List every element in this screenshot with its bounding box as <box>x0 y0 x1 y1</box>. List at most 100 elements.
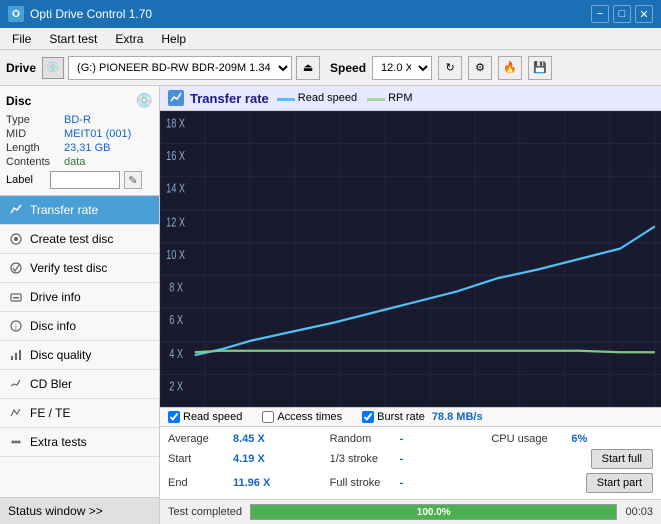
chart-container: 18 X 16 X 14 X 12 X 10 X 8 X 6 X 4 X 2 X <box>160 111 661 407</box>
start-full-button[interactable]: Start full <box>591 449 653 469</box>
burst-rate-checkbox[interactable] <box>362 411 374 423</box>
drive-select[interactable]: (G:) PIONEER BD-RW BDR-209M 1.34 <box>68 56 292 80</box>
app-title: Opti Drive Control 1.70 <box>30 7 152 21</box>
stats-row-3: End 11.96 X Full stroke - Start part <box>168 471 653 495</box>
nav-label-drive-info: Drive info <box>30 290 81 304</box>
menu-file[interactable]: File <box>4 30 39 48</box>
nav-label-disc-info: Disc info <box>30 319 76 333</box>
app-icon: O <box>8 6 24 22</box>
random-value: - <box>400 433 440 445</box>
nav-item-disc-info[interactable]: i Disc info <box>0 312 159 341</box>
label-input[interactable] <box>50 171 120 189</box>
nav-label-create-test-disc: Create test disc <box>30 232 113 246</box>
speed-select[interactable]: 12.0 X <box>372 56 432 80</box>
nav-item-drive-info[interactable]: Drive info <box>0 283 159 312</box>
svg-text:4 X: 4 X <box>169 348 183 362</box>
elapsed-time: 00:03 <box>625 506 653 518</box>
speed-label: Speed <box>330 61 366 75</box>
nav-item-fe-te[interactable]: FE / TE <box>0 399 159 428</box>
stroke13-value: - <box>400 453 440 465</box>
chart-title: Transfer rate <box>190 91 269 106</box>
svg-text:8 X: 8 X <box>169 281 183 295</box>
sidebar: Disc 💿 Type BD-R MID MEIT01 (001) Length… <box>0 86 160 524</box>
status-text: Test completed <box>168 506 242 518</box>
read-speed-checkbox[interactable] <box>168 411 180 423</box>
start-part-button[interactable]: Start part <box>586 473 653 493</box>
burst-rate-label: Burst rate <box>377 411 425 423</box>
start-value: 4.19 X <box>233 453 288 465</box>
burn-button[interactable]: 🔥 <box>498 56 522 80</box>
disc-icon: 💿 <box>136 92 153 109</box>
progress-bar-fill: 100.0% <box>251 505 616 519</box>
legend-read-check <box>277 98 295 101</box>
access-times-checkbox[interactable] <box>262 411 274 423</box>
content-area: Transfer rate Read speed RPM <box>160 86 661 524</box>
svg-text:i: i <box>15 323 17 332</box>
legend-rpm-label: RPM <box>388 92 412 104</box>
refresh-button[interactable]: ↻ <box>438 56 462 80</box>
average-label: Average <box>168 433 233 445</box>
burst-rate-value: 78.8 MB/s <box>432 411 483 423</box>
end-value: 11.96 X <box>233 477 288 489</box>
type-value: BD-R <box>64 114 91 126</box>
disc-info-icon: i <box>8 318 24 334</box>
access-times-label: Access times <box>277 411 342 423</box>
save-button[interactable]: 💾 <box>528 56 552 80</box>
nav-item-extra-tests[interactable]: Extra tests <box>0 428 159 457</box>
svg-text:14 X: 14 X <box>166 182 185 196</box>
eject-button[interactable]: ⏏ <box>296 56 320 80</box>
read-speed-label: Read speed <box>183 411 242 423</box>
nav-label-disc-quality: Disc quality <box>30 348 91 362</box>
settings-button[interactable]: ⚙ <box>468 56 492 80</box>
cpu-label: CPU usage <box>491 433 571 445</box>
svg-text:16 X: 16 X <box>166 149 185 163</box>
drive-info-icon <box>8 289 24 305</box>
maximize-button[interactable]: □ <box>613 5 631 23</box>
disc-title: Disc <box>6 94 31 108</box>
nav-label-verify-test-disc: Verify test disc <box>30 261 107 275</box>
drive-label: Drive <box>6 61 36 75</box>
status-window-button[interactable]: Status window >> <box>0 497 159 524</box>
legend-read-label: Read speed <box>298 92 357 104</box>
nav-item-transfer-rate[interactable]: Transfer rate <box>0 196 159 225</box>
full-stroke-value: - <box>400 477 440 489</box>
average-value: 8.45 X <box>233 433 288 445</box>
nav-item-verify-test-disc[interactable]: Verify test disc <box>0 254 159 283</box>
menu-bar: File Start test Extra Help <box>0 28 661 50</box>
chart-header: Transfer rate Read speed RPM <box>160 86 661 111</box>
length-value: 23,31 GB <box>64 142 110 154</box>
verify-test-disc-icon <box>8 260 24 276</box>
progress-area: Test completed 100.0% 00:03 <box>160 499 661 524</box>
extra-tests-icon <box>8 434 24 450</box>
label-button[interactable]: ✎ <box>124 171 142 189</box>
checkboxes-row: Read speed Access times Burst rate 78.8 … <box>160 407 661 427</box>
start-label: Start <box>168 453 233 465</box>
svg-text:10 X: 10 X <box>166 249 185 263</box>
svg-text:18 X: 18 X <box>166 117 185 131</box>
cd-bler-icon <box>8 376 24 392</box>
nav-item-disc-quality[interactable]: Disc quality <box>0 341 159 370</box>
end-label: End <box>168 477 233 489</box>
nav-item-cd-bler[interactable]: CD Bler <box>0 370 159 399</box>
random-label: Random <box>330 433 400 445</box>
nav-label-fe-te: FE / TE <box>30 406 70 420</box>
menu-start-test[interactable]: Start test <box>41 30 105 48</box>
legend-rpm-check <box>367 98 385 101</box>
minimize-button[interactable]: − <box>591 5 609 23</box>
menu-help[interactable]: Help <box>153 30 194 48</box>
fe-te-icon <box>8 405 24 421</box>
full-stroke-label: Full stroke <box>330 477 400 489</box>
drive-icon: 💿 <box>42 57 64 79</box>
chart-legend: Read speed RPM <box>277 92 413 104</box>
stats-area: Average 8.45 X Random - CPU usage 6% Sta… <box>160 427 661 499</box>
nav-label-cd-bler: CD Bler <box>30 377 72 391</box>
type-label: Type <box>6 114 64 126</box>
label-key: Label <box>6 174 46 186</box>
status-window-label: Status window >> <box>8 504 103 518</box>
menu-extra[interactable]: Extra <box>107 30 151 48</box>
contents-label: Contents <box>6 156 64 168</box>
length-label: Length <box>6 142 64 154</box>
close-button[interactable]: ✕ <box>635 5 653 23</box>
disc-panel: Disc 💿 Type BD-R MID MEIT01 (001) Length… <box>0 86 159 196</box>
nav-item-create-test-disc[interactable]: Create test disc <box>0 225 159 254</box>
